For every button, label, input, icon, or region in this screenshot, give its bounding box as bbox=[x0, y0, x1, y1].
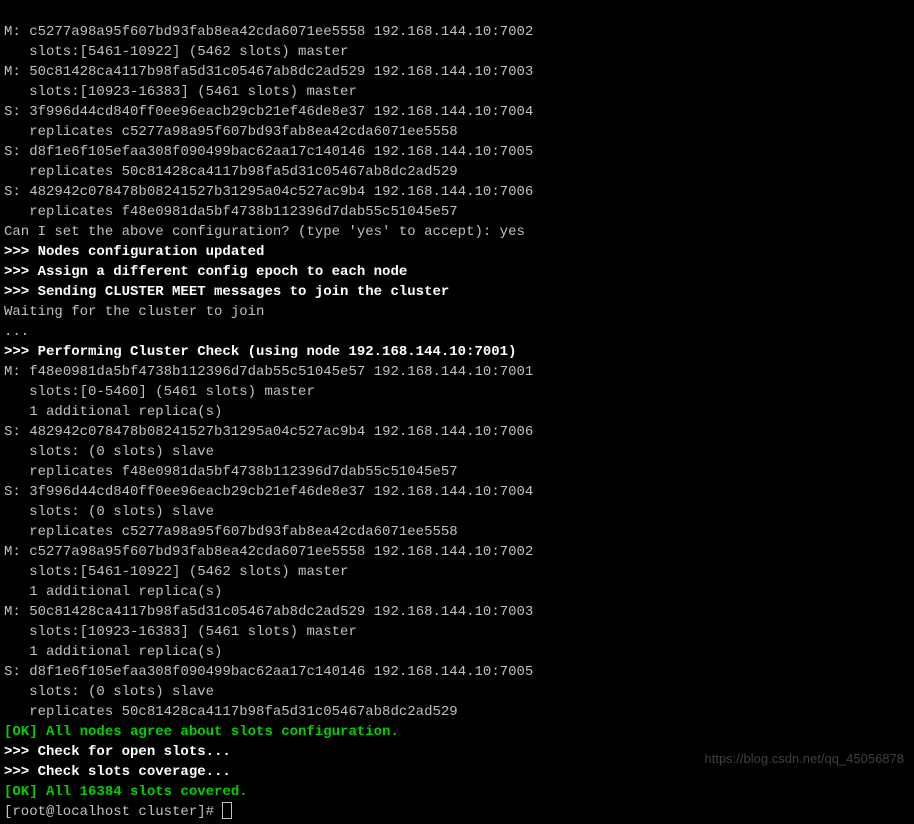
node-line: M: f48e0981da5bf4738b112396d7dab55c51045… bbox=[4, 364, 533, 380]
node-detail: replicates c5277a98a95f607bd93fab8ea42cd… bbox=[4, 124, 458, 140]
terminal-output[interactable]: M: c5277a98a95f607bd93fab8ea42cda6071ee5… bbox=[0, 0, 914, 824]
node-detail: slots:[5461-10922] (5462 slots) master bbox=[4, 564, 348, 580]
waiting-line: Waiting for the cluster to join bbox=[4, 304, 264, 320]
node-detail: slots: (0 slots) slave bbox=[4, 444, 214, 460]
node-detail: slots:[10923-16383] (5461 slots) master bbox=[4, 84, 357, 100]
cursor-icon bbox=[222, 802, 232, 819]
ok-slots-covered: [OK] All 16384 slots covered. bbox=[4, 784, 248, 800]
step-assign-epoch: >>> Assign a different config epoch to e… bbox=[4, 264, 407, 280]
node-line: S: 482942c078478b08241527b31295a04c527ac… bbox=[4, 424, 533, 440]
node-detail: replicates 50c81428ca4117b98fa5d31c05467… bbox=[4, 164, 458, 180]
watermark-text: https://blog.csdn.net/qq_45056878 bbox=[705, 749, 905, 769]
node-detail: replicates 50c81428ca4117b98fa5d31c05467… bbox=[4, 704, 458, 720]
node-detail: slots:[10923-16383] (5461 slots) master bbox=[4, 624, 357, 640]
node-detail: slots: (0 slots) slave bbox=[4, 504, 214, 520]
check-slots-coverage: >>> Check slots coverage... bbox=[4, 764, 231, 780]
node-detail: 1 additional replica(s) bbox=[4, 644, 222, 660]
node-detail: replicates c5277a98a95f607bd93fab8ea42cd… bbox=[4, 524, 458, 540]
node-detail: slots: (0 slots) slave bbox=[4, 684, 214, 700]
node-line: S: 3f996d44cd840ff0ee96eacb29cb21ef46de8… bbox=[4, 484, 533, 500]
shell-prompt[interactable]: [root@localhost cluster]# bbox=[4, 804, 232, 820]
check-open-slots: >>> Check for open slots... bbox=[4, 744, 231, 760]
prompt-accept: Can I set the above configuration? (type… bbox=[4, 224, 525, 240]
node-detail: 1 additional replica(s) bbox=[4, 584, 222, 600]
node-detail: slots:[5461-10922] (5462 slots) master bbox=[4, 44, 348, 60]
node-line: S: d8f1e6f105efaa308f090499bac62aa17c140… bbox=[4, 664, 533, 680]
cluster-check-header: >>> Performing Cluster Check (using node… bbox=[4, 344, 516, 360]
node-detail: 1 additional replica(s) bbox=[4, 404, 222, 420]
node-line: M: c5277a98a95f607bd93fab8ea42cda6071ee5… bbox=[4, 24, 533, 40]
dots-line: ... bbox=[4, 324, 29, 340]
node-line: M: c5277a98a95f607bd93fab8ea42cda6071ee5… bbox=[4, 544, 533, 560]
node-line: M: 50c81428ca4117b98fa5d31c05467ab8dc2ad… bbox=[4, 64, 533, 80]
node-line: S: 482942c078478b08241527b31295a04c527ac… bbox=[4, 184, 533, 200]
node-detail: slots:[0-5460] (5461 slots) master bbox=[4, 384, 315, 400]
node-detail: replicates f48e0981da5bf4738b112396d7dab… bbox=[4, 464, 458, 480]
node-detail: replicates f48e0981da5bf4738b112396d7dab… bbox=[4, 204, 458, 220]
ok-slots-agree: [OK] All nodes agree about slots configu… bbox=[4, 724, 399, 740]
step-cluster-meet: >>> Sending CLUSTER MEET messages to joi… bbox=[4, 284, 449, 300]
node-line: S: d8f1e6f105efaa308f090499bac62aa17c140… bbox=[4, 144, 533, 160]
node-line: S: 3f996d44cd840ff0ee96eacb29cb21ef46de8… bbox=[4, 104, 533, 120]
node-line: M: 50c81428ca4117b98fa5d31c05467ab8dc2ad… bbox=[4, 604, 533, 620]
step-nodes-updated: >>> Nodes configuration updated bbox=[4, 244, 264, 260]
